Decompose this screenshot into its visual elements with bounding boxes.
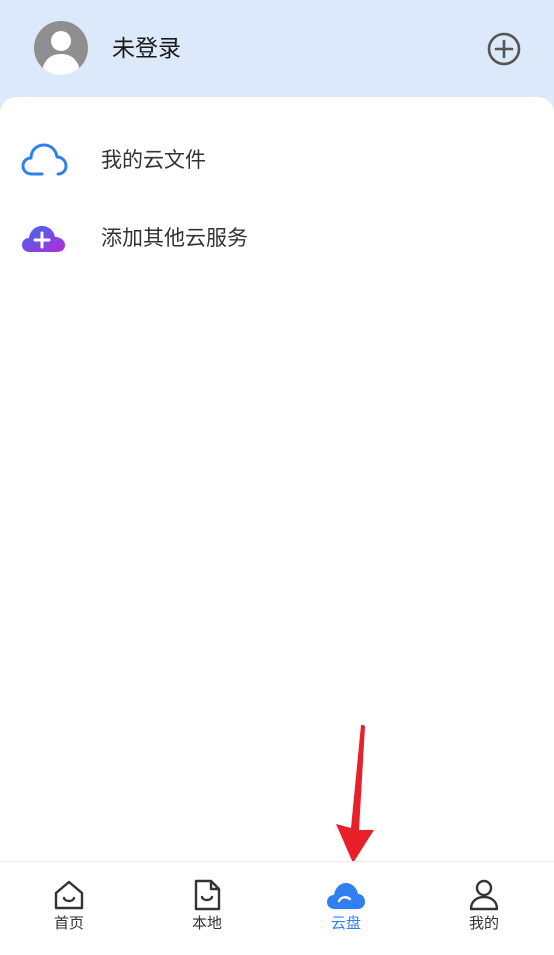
bottom-tab-bar: 首页 本地 云盘 我的 xyxy=(0,861,554,955)
tab-mine[interactable]: 我的 xyxy=(415,862,553,955)
cloud-outline-icon xyxy=(20,140,68,180)
file-icon xyxy=(191,879,223,911)
username-label[interactable]: 未登录 xyxy=(112,32,181,66)
list-item-label: 添加其他云服务 xyxy=(101,226,248,250)
list-item-add-cloud-service[interactable]: 添加其他云服务 xyxy=(0,203,554,273)
cloud-plus-icon xyxy=(20,218,68,258)
tab-cloud[interactable]: 云盘 xyxy=(277,862,415,955)
list-item-label: 我的云文件 xyxy=(101,148,206,172)
tab-label: 我的 xyxy=(468,914,499,932)
cloud-panel: 我的云文件 添加其他云服务 xyxy=(0,97,554,861)
tab-label: 首页 xyxy=(53,914,84,932)
tab-home[interactable]: 首页 xyxy=(0,862,138,955)
home-icon xyxy=(53,879,85,911)
list-item-my-cloud-files[interactable]: 我的云文件 xyxy=(0,125,554,195)
user-avatar-icon[interactable] xyxy=(34,21,88,75)
tab-label: 云盘 xyxy=(330,914,361,932)
top-header: 未登录 xyxy=(0,0,554,100)
tab-local[interactable]: 本地 xyxy=(138,862,276,955)
red-arrow-annotation xyxy=(330,720,380,870)
plus-circle-icon[interactable] xyxy=(486,31,522,67)
tab-label: 本地 xyxy=(191,914,222,932)
cloud-icon xyxy=(327,879,365,911)
person-icon xyxy=(468,879,500,911)
